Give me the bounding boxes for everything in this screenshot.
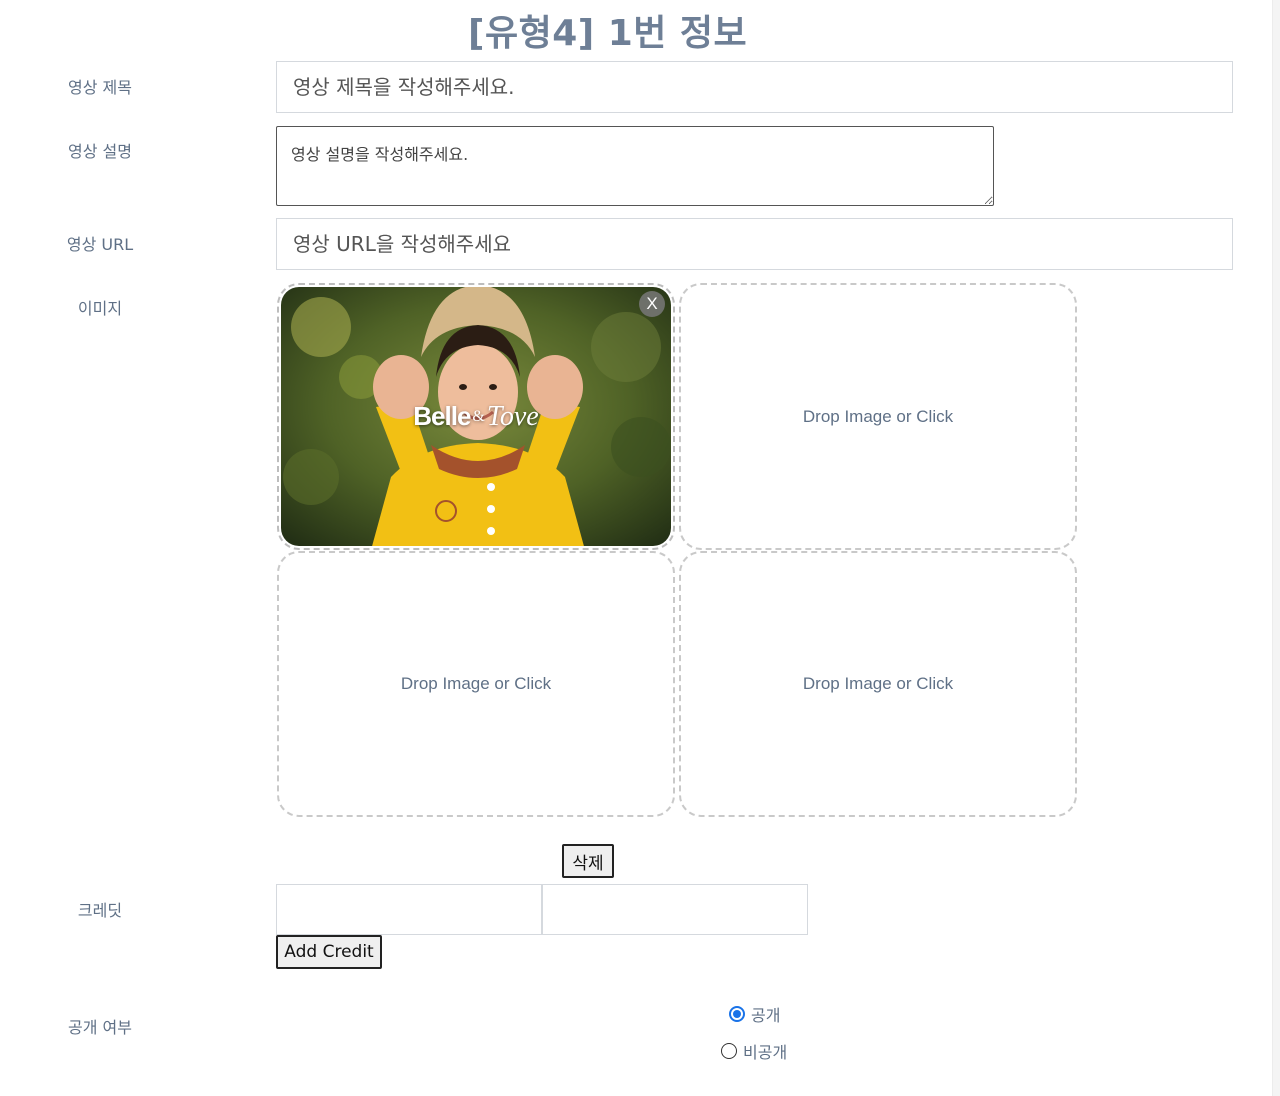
drop-zone-text: Drop Image or Click — [802, 674, 954, 693]
logo-main: Belle — [413, 401, 471, 431]
scrollbar[interactable] — [1272, 0, 1280, 1096]
image-label: 이미지 — [77, 299, 123, 318]
credit-name-input[interactable] — [276, 884, 542, 935]
credit-label: 크레딧 — [77, 901, 123, 920]
radio-public-input[interactable] — [729, 1006, 745, 1022]
url-label: 영상 URL — [66, 235, 134, 254]
image-slot-3[interactable]: Drop Image or Click — [277, 551, 675, 817]
delete-image-button[interactable]: 삭제 — [562, 844, 614, 878]
uploaded-photo: Belle & Tove — [281, 287, 671, 546]
description-textarea[interactable] — [276, 126, 994, 206]
drop-zone-text: Drop Image or Click — [400, 674, 552, 693]
radio-public-label: 공개 — [751, 1006, 781, 1025]
page-title: [유형4] 1번 정보 — [468, 13, 748, 54]
logo-amp: & — [472, 407, 485, 425]
radio-private-label: 비공개 — [743, 1043, 788, 1062]
image-slot-4[interactable]: Drop Image or Click — [679, 551, 1077, 817]
radio-private-input[interactable] — [721, 1043, 737, 1059]
image-slot-2[interactable]: Drop Image or Click — [679, 283, 1077, 550]
url-input[interactable] — [276, 218, 1233, 270]
description-label: 영상 설명 — [68, 142, 132, 161]
drop-zone-text: Drop Image or Click — [802, 406, 954, 426]
title-label: 영상 제목 — [68, 78, 132, 97]
remove-image-button[interactable]: X — [639, 291, 665, 317]
radio-private[interactable]: 비공개 — [721, 1039, 787, 1063]
radio-public[interactable]: 공개 — [729, 1002, 780, 1026]
visibility-label: 공개 여부 — [68, 1018, 132, 1037]
logo-second: Tove — [486, 400, 539, 432]
title-input[interactable] — [276, 61, 1233, 113]
brand-logo: Belle & Tove — [281, 287, 671, 546]
image-slot-1[interactable]: Belle & Tove X — [277, 283, 675, 550]
credit-role-input[interactable] — [542, 884, 808, 935]
add-credit-button[interactable]: Add Credit — [276, 935, 382, 969]
